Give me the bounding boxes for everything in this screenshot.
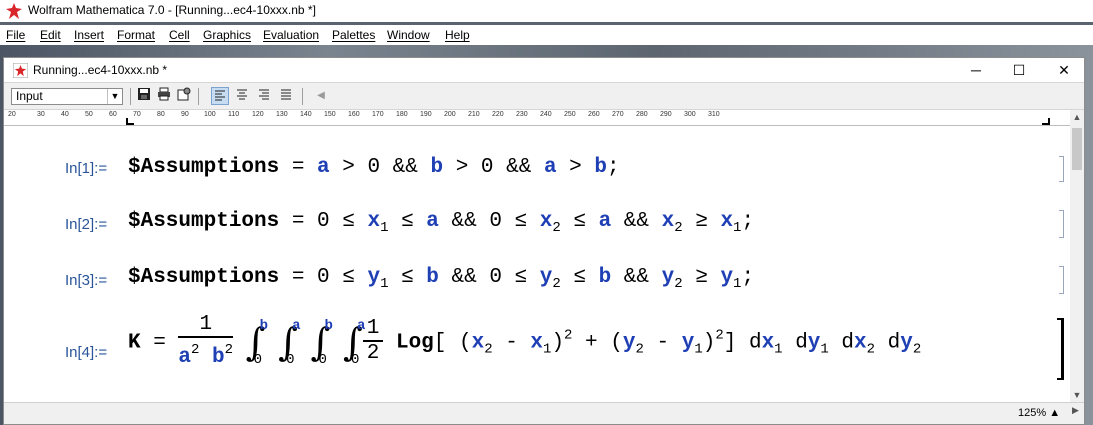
- menu-window[interactable]: Window: [387, 28, 430, 42]
- ruler-tick-label: 50: [85, 111, 93, 118]
- ruler-tick-label: 220: [492, 111, 504, 118]
- ruler-tick-label: 280: [636, 111, 648, 118]
- ruler-tick-label: 90: [181, 111, 189, 118]
- ruler-tick-label: 230: [516, 111, 528, 118]
- ruler-tick-label: 120: [252, 111, 264, 118]
- scrollbar-thumb[interactable]: [1072, 128, 1082, 170]
- cell-expression[interactable]: $Assumptions = 0 ≤ x1 ≤ a && 0 ≤ x2 ≤ a …: [128, 210, 754, 236]
- cell-bracket[interactable]: [1059, 266, 1064, 294]
- ruler-tick-label: 40: [61, 111, 69, 118]
- toolbar-separator: [198, 88, 199, 105]
- input-cell-3[interactable]: In[3]:= $Assumptions = 0 ≤ y1 ≤ b && 0 ≤…: [4, 258, 1070, 298]
- ruler-tick-label: 290: [660, 111, 672, 118]
- cell-expression[interactable]: $Assumptions = 0 ≤ y1 ≤ b && 0 ≤ y2 ≤ b …: [128, 266, 754, 292]
- cell-bracket-selected[interactable]: [1057, 318, 1064, 380]
- scroll-down-icon[interactable]: ▼: [1070, 388, 1084, 402]
- fraction: 12: [362, 318, 384, 366]
- right-margin-marker[interactable]: [1042, 118, 1050, 125]
- options-icon[interactable]: [175, 87, 193, 105]
- cell-label: In[4]:=: [65, 344, 108, 361]
- app-title-text: Wolfram Mathematica 7.0 - [Running...ec4…: [28, 3, 316, 17]
- app-title-bar: Wolfram Mathematica 7.0 - [Running...ec4…: [0, 0, 1093, 22]
- scroll-right-icon[interactable]: ▶: [1072, 405, 1079, 416]
- ruler-tick-label: 160: [348, 111, 360, 118]
- notebook-window: Running...ec4-10xxx.nb * ─ ☐ ✕ Input ▼ ◀…: [3, 57, 1085, 425]
- ruler-tick-label: 150: [324, 111, 336, 118]
- cell-expression[interactable]: K = 1 a2 b2 ∫ b 0 ∫ a 0 ∫ b 0 ∫ a 0 1 2 Log[ (x2 - …: [128, 314, 921, 370]
- save-icon[interactable]: [135, 87, 153, 105]
- cell-bracket[interactable]: [1059, 210, 1064, 238]
- ruler-tick-label: 80: [157, 111, 165, 118]
- ruler-tick-label: 20: [8, 111, 16, 118]
- ruler-tick-label: 240: [540, 111, 552, 118]
- menu-help[interactable]: Help: [445, 28, 470, 42]
- align-right-icon[interactable]: [255, 87, 273, 105]
- ruler-tick-label: 110: [228, 111, 240, 118]
- fraction: 1 a2 b2: [178, 313, 234, 369]
- notebook-title-text: Running...ec4-10xxx.nb *: [33, 63, 168, 77]
- menu-edit[interactable]: Edit: [40, 28, 61, 42]
- notebook-content[interactable]: In[1]:= $Assumptions = a > 0 && b > 0 &&…: [4, 126, 1070, 402]
- close-button[interactable]: ✕: [1044, 60, 1084, 80]
- integral-sign: ∫ b 0: [245, 318, 269, 368]
- status-bar: 125% ▲ ▶: [4, 402, 1084, 424]
- menu-evaluation[interactable]: Evaluation: [263, 28, 319, 42]
- cell-expression[interactable]: $Assumptions = a > 0 && b > 0 && a > b;: [128, 156, 620, 179]
- ruler-tick-label: 60: [109, 111, 117, 118]
- align-justify-icon[interactable]: [277, 87, 295, 105]
- ruler: 20 30 40 50 60 70 80 90 100 110 120 130 …: [4, 110, 1070, 126]
- menu-graphics[interactable]: Graphics: [203, 28, 251, 42]
- ruler-tick-label: 260: [588, 111, 600, 118]
- ruler-tick-label: 180: [396, 111, 408, 118]
- input-cell-4[interactable]: In[4]:= K = 1 a2 b2 ∫ b 0 ∫ a 0 ∫ b 0 ∫ a 0 1 2 Log…: [4, 312, 1070, 388]
- print-icon[interactable]: [155, 87, 173, 105]
- ruler-tick-label: 200: [444, 111, 456, 118]
- ruler-tick-label: 170: [372, 111, 384, 118]
- toolbar: Input ▼ ◀: [4, 82, 1084, 110]
- ruler-tick-label: 130: [276, 111, 288, 118]
- mathematica-logo-icon: [6, 3, 22, 19]
- minimize-button[interactable]: ─: [956, 60, 996, 80]
- input-cell-1[interactable]: In[1]:= $Assumptions = a > 0 && b > 0 &&…: [4, 146, 1070, 186]
- input-cell-2[interactable]: In[2]:= $Assumptions = 0 ≤ x1 ≤ a && 0 ≤…: [4, 202, 1070, 242]
- notebook-title-bar: Running...ec4-10xxx.nb * ─ ☐ ✕: [4, 58, 1084, 82]
- chevron-down-icon[interactable]: ▼: [107, 89, 122, 104]
- cell-label: In[3]:=: [65, 272, 108, 289]
- cell-label: In[2]:=: [65, 216, 108, 233]
- integral-sign: ∫ a 0: [342, 318, 366, 368]
- maximize-button[interactable]: ☐: [999, 60, 1039, 80]
- toolbar-separator: [302, 88, 303, 105]
- align-center-icon[interactable]: [233, 87, 251, 105]
- ruler-tick-label: 210: [468, 111, 480, 118]
- menu-file[interactable]: File: [6, 28, 25, 42]
- cell-label: In[1]:=: [65, 160, 108, 177]
- ruler-tick-label: 100: [204, 111, 216, 118]
- menu-cell[interactable]: Cell: [169, 28, 190, 42]
- cell-style-value: Input: [16, 89, 43, 103]
- arrow-left-icon[interactable]: ◀: [312, 87, 330, 105]
- toolbar-separator: [130, 88, 131, 105]
- integral-sign: ∫ b 0: [310, 318, 333, 368]
- ruler-tick-label: 70: [133, 111, 141, 118]
- ruler-tick-label: 30: [37, 111, 45, 118]
- ruler-tick-label: 140: [300, 111, 312, 118]
- align-left-icon[interactable]: [211, 87, 229, 105]
- ruler-tick-label: 190: [420, 111, 432, 118]
- vertical-scrollbar[interactable]: ▲ ▼: [1070, 110, 1084, 402]
- ruler-tick-label: 300: [684, 111, 696, 118]
- cell-style-select[interactable]: Input ▼: [11, 88, 123, 105]
- menu-bar: File Edit Insert Format Cell Graphics Ev…: [0, 25, 1093, 45]
- ruler-tick-label: 270: [612, 111, 624, 118]
- menu-palettes[interactable]: Palettes: [332, 28, 375, 42]
- zoom-level[interactable]: 125% ▲: [1018, 407, 1060, 419]
- ruler-tick-label: 250: [564, 111, 576, 118]
- cell-bracket[interactable]: [1059, 156, 1064, 182]
- menu-format[interactable]: Format: [117, 28, 155, 42]
- integral-sign: ∫ a 0: [278, 318, 301, 368]
- ruler-tick-label: 310: [708, 111, 720, 118]
- scroll-up-icon[interactable]: ▲: [1070, 110, 1084, 124]
- menu-insert[interactable]: Insert: [74, 28, 104, 42]
- notebook-logo-icon: [13, 63, 28, 78]
- left-margin-marker[interactable]: [126, 118, 134, 125]
